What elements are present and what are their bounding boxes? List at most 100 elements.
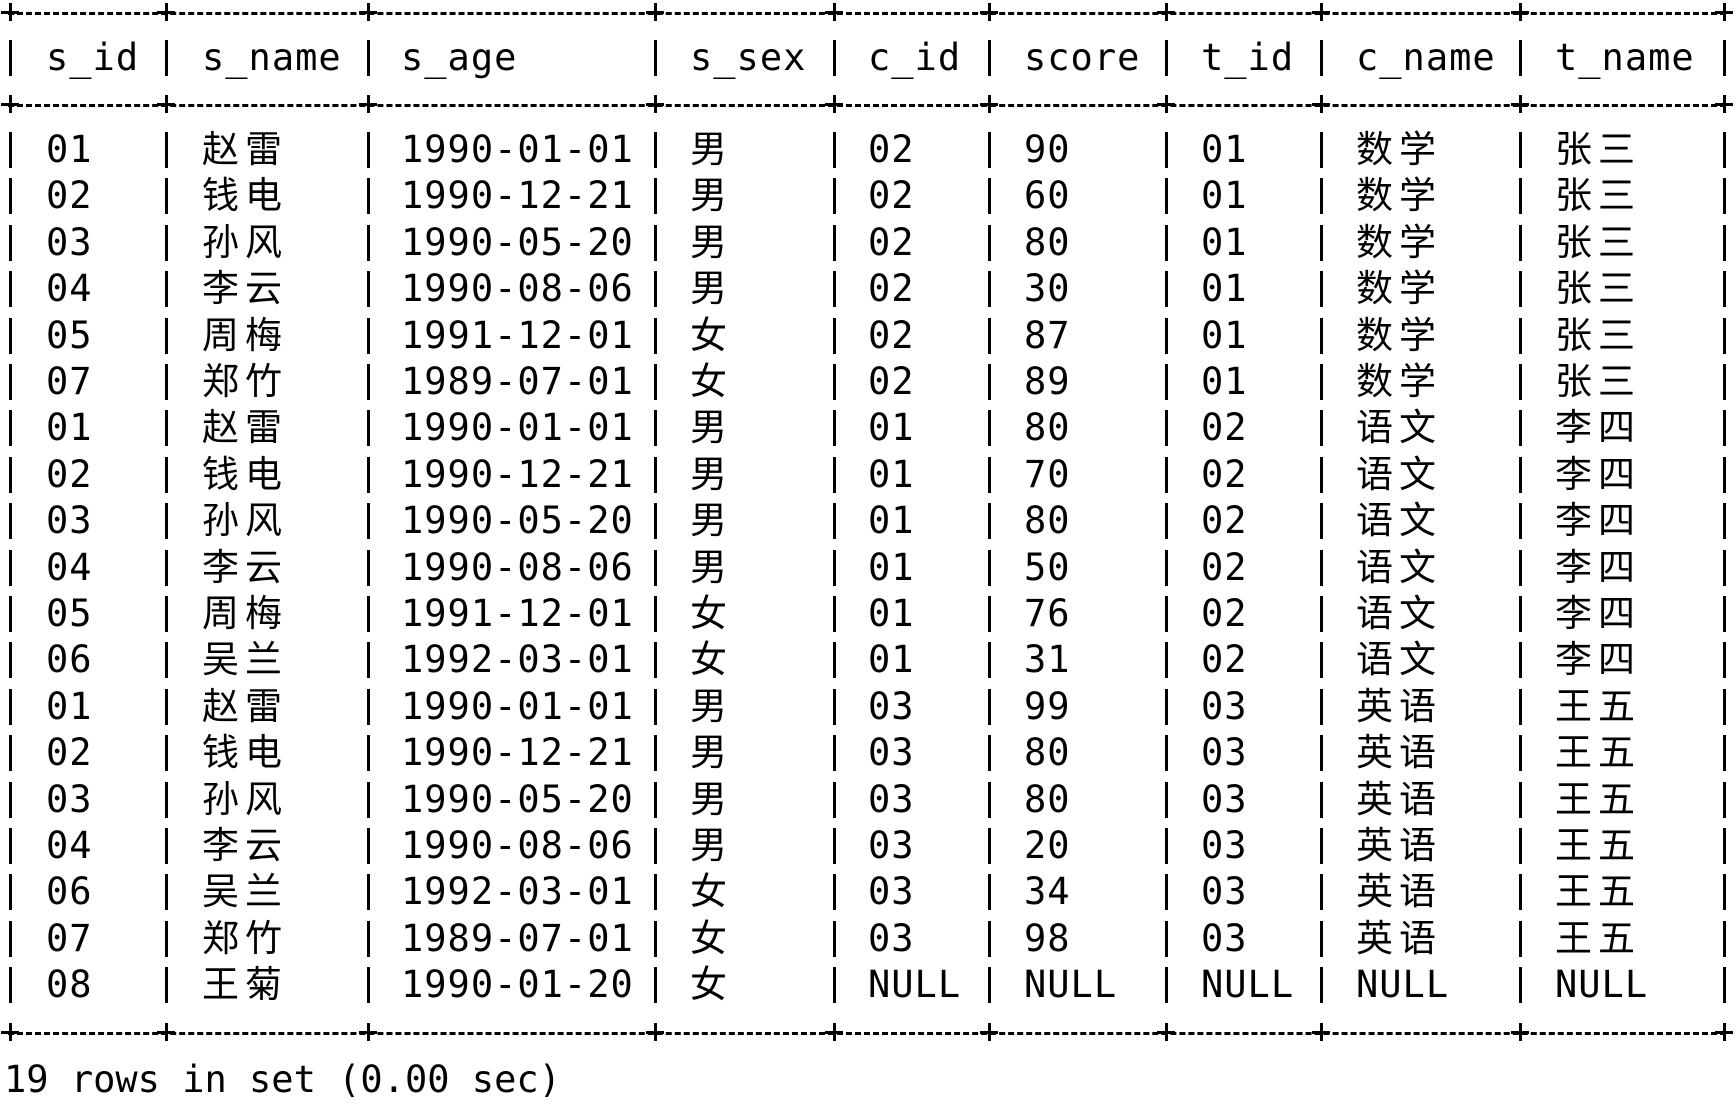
column-divider	[988, 364, 991, 400]
table-cell-t-id: NULL	[1201, 963, 1295, 1007]
table-cell-t-id: 01	[1201, 360, 1248, 403]
table-cell-c-id: 01	[868, 592, 915, 635]
table-cell-c-name: 语文	[1356, 592, 1442, 635]
table-cell-c-id: 03	[868, 731, 915, 775]
table-cell-t-id: 02	[1201, 592, 1248, 635]
table-cell-t-id: 02	[1201, 452, 1248, 496]
table-cell-t-id: 01	[1201, 313, 1248, 357]
table-cell-s-id: 06	[46, 870, 93, 914]
column-divider	[1723, 456, 1726, 493]
table-cell-s-id: 02	[46, 731, 93, 775]
table-cell-s-sex: 男	[690, 267, 733, 311]
border-corner	[1715, 95, 1733, 113]
column-divider	[367, 967, 370, 1004]
column-divider	[833, 642, 836, 679]
table-cell-t-name: 王五	[1555, 777, 1641, 821]
table-cell-s-id: 07	[46, 360, 93, 403]
column-divider	[1165, 456, 1168, 493]
table-cell-s-sex: 男	[690, 731, 733, 775]
column-divider	[654, 178, 657, 215]
table-cell-s-name: 赵雷	[202, 684, 288, 728]
table-cell-c-name: 英语	[1356, 731, 1442, 775]
table-cell-t-id: 02	[1201, 499, 1248, 543]
table-cell-t-id: 01	[1201, 220, 1248, 264]
column-divider	[833, 224, 836, 261]
table-cell-t-name: 王五	[1555, 731, 1641, 775]
table-cell-s-id: 04	[46, 545, 93, 589]
border-corner	[1, 95, 19, 113]
border-corner	[646, 3, 664, 21]
column-divider	[833, 178, 836, 215]
column-divider	[9, 456, 12, 493]
table-cell-t-name: 王五	[1555, 684, 1641, 728]
column-divider	[165, 967, 168, 1004]
border-corner	[646, 1023, 664, 1041]
table-cell-s-sex: 男	[690, 406, 733, 450]
terminal-output: s_id s_name s_age s_sex c_id score t_id c_name t…	[0, 0, 1736, 1112]
column-divider	[1165, 503, 1168, 540]
table-cell-s-name: 李云	[202, 824, 288, 867]
column-divider	[1165, 132, 1168, 168]
table-cell-t-id: 03	[1201, 684, 1248, 728]
column-divider	[1723, 549, 1726, 586]
table-cell-s-sex: 女	[690, 916, 733, 960]
table-cell-s-id: 04	[46, 824, 93, 867]
column-divider	[1519, 688, 1522, 725]
column-divider	[367, 503, 370, 540]
column-divider	[1320, 224, 1323, 261]
table-cell-s-age: 1992-03-01	[401, 870, 634, 914]
column-divider	[1519, 40, 1522, 76]
result-summary: 19 rows in set (0.00 sec)	[4, 1058, 561, 1101]
table-cell-c-id: 03	[868, 916, 915, 960]
column-divider	[1165, 410, 1168, 447]
column-divider	[988, 781, 991, 818]
column-divider	[1320, 410, 1323, 447]
column-divider	[1320, 132, 1323, 168]
table-cell-s-sex: 男	[690, 128, 733, 171]
column-divider	[1320, 781, 1323, 818]
column-divider	[1723, 596, 1726, 632]
table-cell-s-id: 01	[46, 406, 93, 450]
column-divider	[165, 456, 168, 493]
table-cell-score: 31	[1024, 638, 1071, 682]
column-divider	[367, 642, 370, 679]
column-divider	[833, 781, 836, 818]
table-cell-t-name: 张三	[1555, 267, 1641, 311]
table-cell-s-name: 王菊	[202, 963, 288, 1007]
table-cell-t-id: 03	[1201, 731, 1248, 775]
column-divider	[1320, 874, 1323, 911]
table-cell-t-id: 03	[1201, 870, 1248, 914]
table-cell-t-name: NULL	[1555, 963, 1649, 1007]
table-cell-s-name: 李云	[202, 267, 288, 311]
column-divider	[165, 642, 168, 679]
column-header-c-name: c_name	[1356, 36, 1496, 79]
column-divider	[1723, 828, 1726, 864]
table-cell-c-id: 02	[868, 360, 915, 403]
column-divider	[1519, 549, 1522, 586]
table-cell-s-id: 01	[46, 684, 93, 728]
table-cell-t-name: 李四	[1555, 452, 1641, 496]
column-divider	[833, 735, 836, 772]
column-divider	[988, 735, 991, 772]
column-divider	[833, 456, 836, 493]
column-divider	[1519, 410, 1522, 447]
table-cell-t-id: 03	[1201, 916, 1248, 960]
column-divider	[833, 410, 836, 447]
column-divider	[833, 596, 836, 632]
column-divider	[367, 271, 370, 308]
table-cell-c-id: 01	[868, 545, 915, 589]
border-corner	[1157, 95, 1175, 113]
table-cell-c-id: 03	[868, 777, 915, 821]
column-divider	[654, 40, 657, 76]
table-cell-c-id: 02	[868, 267, 915, 311]
column-divider	[367, 828, 370, 864]
border-corner	[1157, 1023, 1175, 1041]
column-divider	[9, 40, 12, 76]
border-corner	[980, 95, 998, 113]
table-cell-s-name: 赵雷	[202, 406, 288, 450]
column-divider	[1519, 271, 1522, 308]
table-cell-c-name: 数学	[1356, 267, 1442, 311]
column-divider	[165, 688, 168, 725]
column-divider	[1320, 549, 1323, 586]
table-cell-t-name: 王五	[1555, 870, 1641, 914]
